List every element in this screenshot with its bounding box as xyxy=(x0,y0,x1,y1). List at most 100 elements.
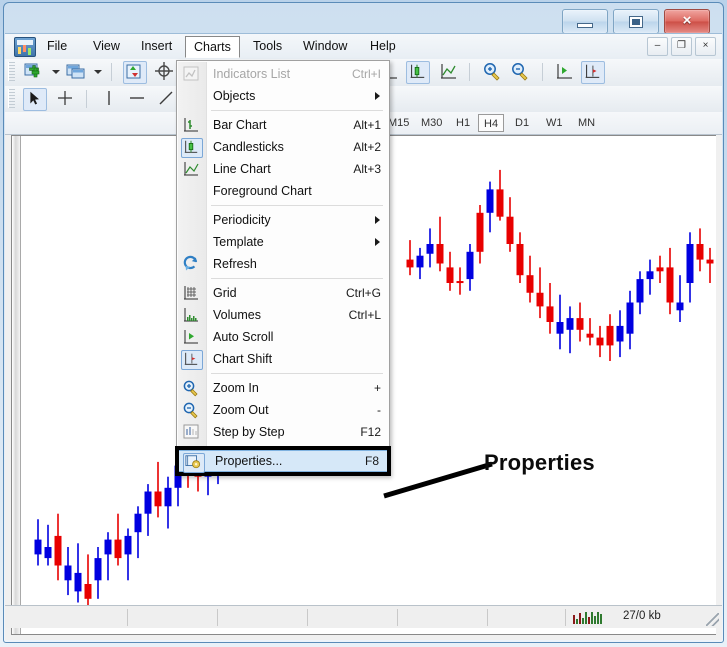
close-icon: × xyxy=(682,12,692,29)
menu-insert[interactable]: Insert xyxy=(133,36,180,57)
candlestick-chart-icon[interactable] xyxy=(406,61,431,84)
step-by-step-icon xyxy=(181,423,201,441)
menu-help[interactable]: Help xyxy=(362,36,404,57)
menu-item-refresh[interactable]: Refresh xyxy=(177,253,389,275)
zoom-out-icon xyxy=(181,401,201,419)
menu-item-label: Zoom In xyxy=(213,381,259,395)
menu-item-zoom-in[interactable]: Zoom In + xyxy=(177,377,389,399)
new-chart-dropdown-arrow-icon[interactable] xyxy=(51,61,60,82)
menu-item-template[interactable]: Template xyxy=(177,231,389,253)
menu-item-accelerator: F12 xyxy=(360,425,381,439)
menu-item-properties[interactable]: Properties... F8 xyxy=(175,446,391,476)
grid-icon xyxy=(181,284,201,302)
menu-item-line-chart[interactable]: Line Chart Alt+3 xyxy=(177,158,389,180)
menu-separator xyxy=(211,278,383,279)
transfer-status-text: 27/0 kb xyxy=(623,610,661,622)
menu-item-chart-shift[interactable]: Chart Shift xyxy=(177,348,389,370)
refresh-icon xyxy=(181,255,201,273)
timeframe-d1[interactable]: D1 xyxy=(510,114,534,132)
menu-item-label: Indicators List xyxy=(213,67,291,81)
bar-chart-icon xyxy=(181,116,201,134)
new-order-icon[interactable] xyxy=(122,61,147,84)
chart-shift-icon[interactable] xyxy=(581,61,606,84)
submenu-arrow-icon xyxy=(375,238,380,246)
menu-item-label: Auto Scroll xyxy=(213,330,274,344)
minimize-button[interactable] xyxy=(562,9,608,34)
horizontal-line-icon[interactable] xyxy=(126,88,148,109)
menu-file[interactable]: File xyxy=(39,36,75,57)
menu-item-foreground-chart[interactable]: Foreground Chart xyxy=(177,180,389,202)
minimize-icon xyxy=(577,23,593,28)
menu-item-accelerator: F8 xyxy=(364,454,379,468)
menu-charts[interactable]: Charts xyxy=(185,36,240,58)
menu-item-volumes[interactable]: Volumes Ctrl+L xyxy=(177,304,389,326)
menu-view[interactable]: View xyxy=(85,36,128,57)
auto-scroll-icon[interactable] xyxy=(553,61,575,82)
menu-item-accelerator: - xyxy=(377,403,381,417)
menu-item-accelerator: Ctrl+G xyxy=(345,286,381,300)
metatrader-logo-icon xyxy=(14,37,36,57)
line-studies-grip[interactable] xyxy=(8,89,15,108)
tile-windows-dropdown-arrow-icon[interactable] xyxy=(93,61,102,82)
menu-item-auto-scroll[interactable]: Auto Scroll xyxy=(177,326,389,348)
new-chart-icon[interactable] xyxy=(23,61,45,82)
mdi-minimize-button[interactable]: – xyxy=(647,37,668,56)
menu-tools[interactable]: Tools xyxy=(245,36,290,57)
mdi-restore-button[interactable]: ❐ xyxy=(671,37,692,56)
annotation-properties-label: Properties xyxy=(484,450,595,475)
status-separator xyxy=(217,609,218,626)
menu-item-label: Zoom Out xyxy=(213,403,269,417)
menu-item-periodicity[interactable]: Periodicity xyxy=(177,209,389,231)
menu-item-label: Line Chart xyxy=(213,162,271,176)
maximize-button[interactable] xyxy=(613,9,659,34)
menu-item-candlesticks[interactable]: Candlesticks Alt+2 xyxy=(177,136,389,158)
submenu-arrow-icon xyxy=(375,92,380,100)
candlestick-chart-icon xyxy=(181,138,203,158)
toolbar-grip[interactable] xyxy=(8,62,15,81)
vertical-line-icon[interactable] xyxy=(98,88,120,109)
menu-item-label: Refresh xyxy=(213,257,257,271)
crosshair-icon[interactable] xyxy=(153,61,175,82)
timeframe-mn[interactable]: MN xyxy=(573,114,600,132)
mdi-close-button[interactable]: × xyxy=(695,37,716,56)
maximize-icon xyxy=(629,16,643,28)
trendline-icon[interactable] xyxy=(155,88,177,109)
menu-item-bar-chart[interactable]: Bar Chart Alt+1 xyxy=(177,114,389,136)
auto-scroll-icon xyxy=(181,328,201,346)
menu-item-grid[interactable]: Grid Ctrl+G xyxy=(177,282,389,304)
menu-item-label: Foreground Chart xyxy=(213,184,312,198)
menu-separator xyxy=(211,373,383,374)
menu-item-step-by-step[interactable]: Step by Step F12 xyxy=(177,421,389,443)
menu-item-zoom-out[interactable]: Zoom Out - xyxy=(177,399,389,421)
timeframe-m30[interactable]: M30 xyxy=(416,114,447,132)
menu-item-objects[interactable]: Objects xyxy=(177,85,389,107)
timeframe-h1[interactable]: H1 xyxy=(451,114,475,132)
status-separator xyxy=(307,609,308,626)
close-button[interactable]: × xyxy=(664,9,710,34)
menu-item-label: Volumes xyxy=(213,308,261,322)
cursor-icon[interactable] xyxy=(23,88,48,111)
zoom-out-icon[interactable] xyxy=(509,61,531,82)
menu-item-indicators-list[interactable]: Indicators List Ctrl+I xyxy=(177,63,389,85)
status-separator xyxy=(565,609,566,626)
status-bar: 27/0 kb xyxy=(5,605,722,628)
indicators-list-icon xyxy=(181,65,201,83)
title-bar: × xyxy=(4,3,723,34)
properties-icon xyxy=(183,453,205,473)
menu-item-accelerator: Alt+3 xyxy=(353,162,381,176)
toolbar-separator-2 xyxy=(469,63,471,81)
resize-grip[interactable] xyxy=(706,613,719,626)
menu-separator xyxy=(211,205,383,206)
line-chart-icon[interactable] xyxy=(437,61,459,82)
menu-item-accelerator: Alt+1 xyxy=(353,118,381,132)
menu-item-accelerator: Ctrl+I xyxy=(351,67,381,81)
status-separator xyxy=(127,609,128,626)
zoom-in-icon[interactable] xyxy=(481,61,503,82)
menu-item-label: Periodicity xyxy=(213,213,271,227)
menu-bar: File View Insert Charts Tools Window Hel… xyxy=(5,34,722,60)
crosshair-tool-icon[interactable] xyxy=(54,88,76,109)
timeframe-w1[interactable]: W1 xyxy=(541,114,568,132)
menu-window[interactable]: Window xyxy=(295,36,355,57)
tile-windows-icon[interactable] xyxy=(65,61,87,82)
timeframe-h4[interactable]: H4 xyxy=(478,114,505,132)
